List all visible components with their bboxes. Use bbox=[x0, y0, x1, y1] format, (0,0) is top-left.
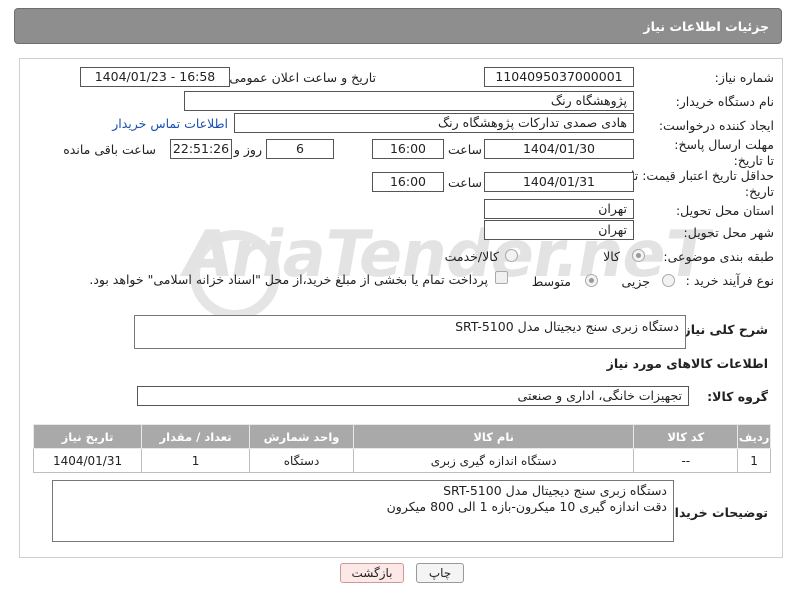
need-number-label: شماره نیاز: bbox=[714, 70, 774, 85]
buyer-org-label: نام دستگاه خریدار: bbox=[675, 94, 774, 109]
category-label: طبقه بندی موضوعی: bbox=[663, 249, 774, 264]
buyer-notes-line-1: دستگاه زبری سنج دیجیتال مدل SRT-5100 bbox=[443, 483, 667, 498]
col-name: نام کالا bbox=[352, 424, 635, 449]
page-title: جزئیات اطلاعات نیاز bbox=[643, 19, 769, 34]
contact-buyer-link[interactable]: اطلاعات تماس خریدار bbox=[112, 116, 228, 131]
category-goods-label: کالا bbox=[603, 249, 620, 264]
announce-label: تاریخ و ساعت اعلان عمومی: bbox=[225, 70, 376, 85]
remaining-label: ساعت باقی مانده bbox=[63, 142, 156, 157]
validity-time-field: 16:00 bbox=[372, 172, 444, 192]
process-minor-radio[interactable] bbox=[662, 274, 675, 287]
table-header-row: ردیف کد کالا نام کالا واحد شمارش تعداد /… bbox=[32, 424, 771, 449]
validity-time-label: ساعت bbox=[447, 175, 482, 190]
category-goods-radio[interactable] bbox=[632, 249, 645, 262]
deadline-date-field: 1404/01/30 bbox=[484, 139, 634, 159]
province-label: استان محل تحویل: bbox=[675, 203, 774, 218]
cell-code: -- bbox=[633, 448, 739, 473]
need-number-field: 1104095037000001 bbox=[484, 67, 634, 87]
description-textarea[interactable]: دستگاه زبری سنج دیجیتال مدل SRT-5100 bbox=[134, 315, 686, 349]
items-table: ردیف کد کالا نام کالا واحد شمارش تعداد /… bbox=[32, 424, 771, 473]
creator-label: ایجاد کننده درخواست: bbox=[658, 118, 774, 133]
days-field: 6 bbox=[266, 139, 334, 159]
cell-row: 1 bbox=[737, 448, 771, 473]
deadline-label: مهلت ارسال پاسخ: تا تاریخ: bbox=[674, 137, 774, 168]
back-button[interactable]: بازگشت bbox=[340, 563, 404, 583]
description-label: شرح کلی نیاز: bbox=[678, 322, 768, 337]
announce-field: 1404/01/23 - 16:58 bbox=[80, 67, 230, 87]
process-medium-label: متوسط bbox=[531, 274, 571, 289]
goods-group-label: گروه کالا: bbox=[707, 389, 768, 404]
creator-field: هادی صمدی تدارکات پژوهشگاه رنگ bbox=[234, 113, 634, 133]
city-field: تهران bbox=[484, 220, 634, 240]
print-button[interactable]: چاپ bbox=[416, 563, 464, 583]
deadline-time-field: 16:00 bbox=[372, 139, 444, 159]
col-quantity: تعداد / مقدار bbox=[141, 424, 251, 449]
goods-info-title: اطلاعات کالاهای مورد نیاز bbox=[606, 356, 768, 371]
buyer-notes-line-2: دقت اندازه گیری 10 میکرون-بازه 1 الی 800… bbox=[386, 499, 667, 514]
buyer-notes-textarea[interactable]: دستگاه زبری سنج دیجیتال مدل SRT-5100 دقت… bbox=[52, 480, 674, 542]
col-date: تاریخ نیاز bbox=[32, 424, 143, 449]
deadline-time-label: ساعت bbox=[447, 142, 482, 157]
treasury-payment-note: پرداخت تمام یا بخشی از مبلغ خرید،از محل … bbox=[89, 272, 488, 287]
cell-date: 1404/01/31 bbox=[32, 448, 143, 473]
process-label: نوع فرآیند خرید : bbox=[685, 273, 774, 288]
cell-quantity: 1 bbox=[141, 448, 251, 473]
goods-group-field: تجهیزات خانگی، اداری و صنعتی bbox=[137, 386, 689, 406]
category-goods-service-radio[interactable] bbox=[505, 249, 518, 262]
page-header: جزئیات اطلاعات نیاز bbox=[14, 8, 782, 44]
col-unit: واحد شمارش bbox=[249, 424, 354, 449]
col-row: ردیف bbox=[737, 424, 771, 449]
remaining-time-field: 22:51:26 bbox=[170, 139, 232, 159]
process-minor-label: جزیی bbox=[621, 274, 650, 289]
process-medium-radio[interactable] bbox=[585, 274, 598, 287]
city-label: شهر محل تحویل: bbox=[683, 225, 774, 240]
table-row: 1 -- دستگاه اندازه گیری زبری دستگاه 1 14… bbox=[32, 448, 771, 473]
col-code: کد کالا bbox=[633, 424, 739, 449]
category-goods-service-label: کالا/خدمت bbox=[444, 249, 499, 264]
validity-label: حداقل تاریخ اعتبار قیمت: تا تاریخ: bbox=[630, 168, 774, 199]
treasury-payment-checkbox[interactable] bbox=[495, 271, 508, 284]
cell-unit: دستگاه bbox=[249, 448, 354, 473]
days-label: روز و bbox=[233, 142, 262, 157]
buyer-org-field: پژوهشگاه رنگ bbox=[184, 91, 634, 111]
buyer-notes-label: توضیحات خریدار: bbox=[662, 505, 768, 520]
cell-name: دستگاه اندازه گیری زبری bbox=[352, 448, 635, 473]
province-field: تهران bbox=[484, 199, 634, 219]
validity-date-field: 1404/01/31 bbox=[484, 172, 634, 192]
